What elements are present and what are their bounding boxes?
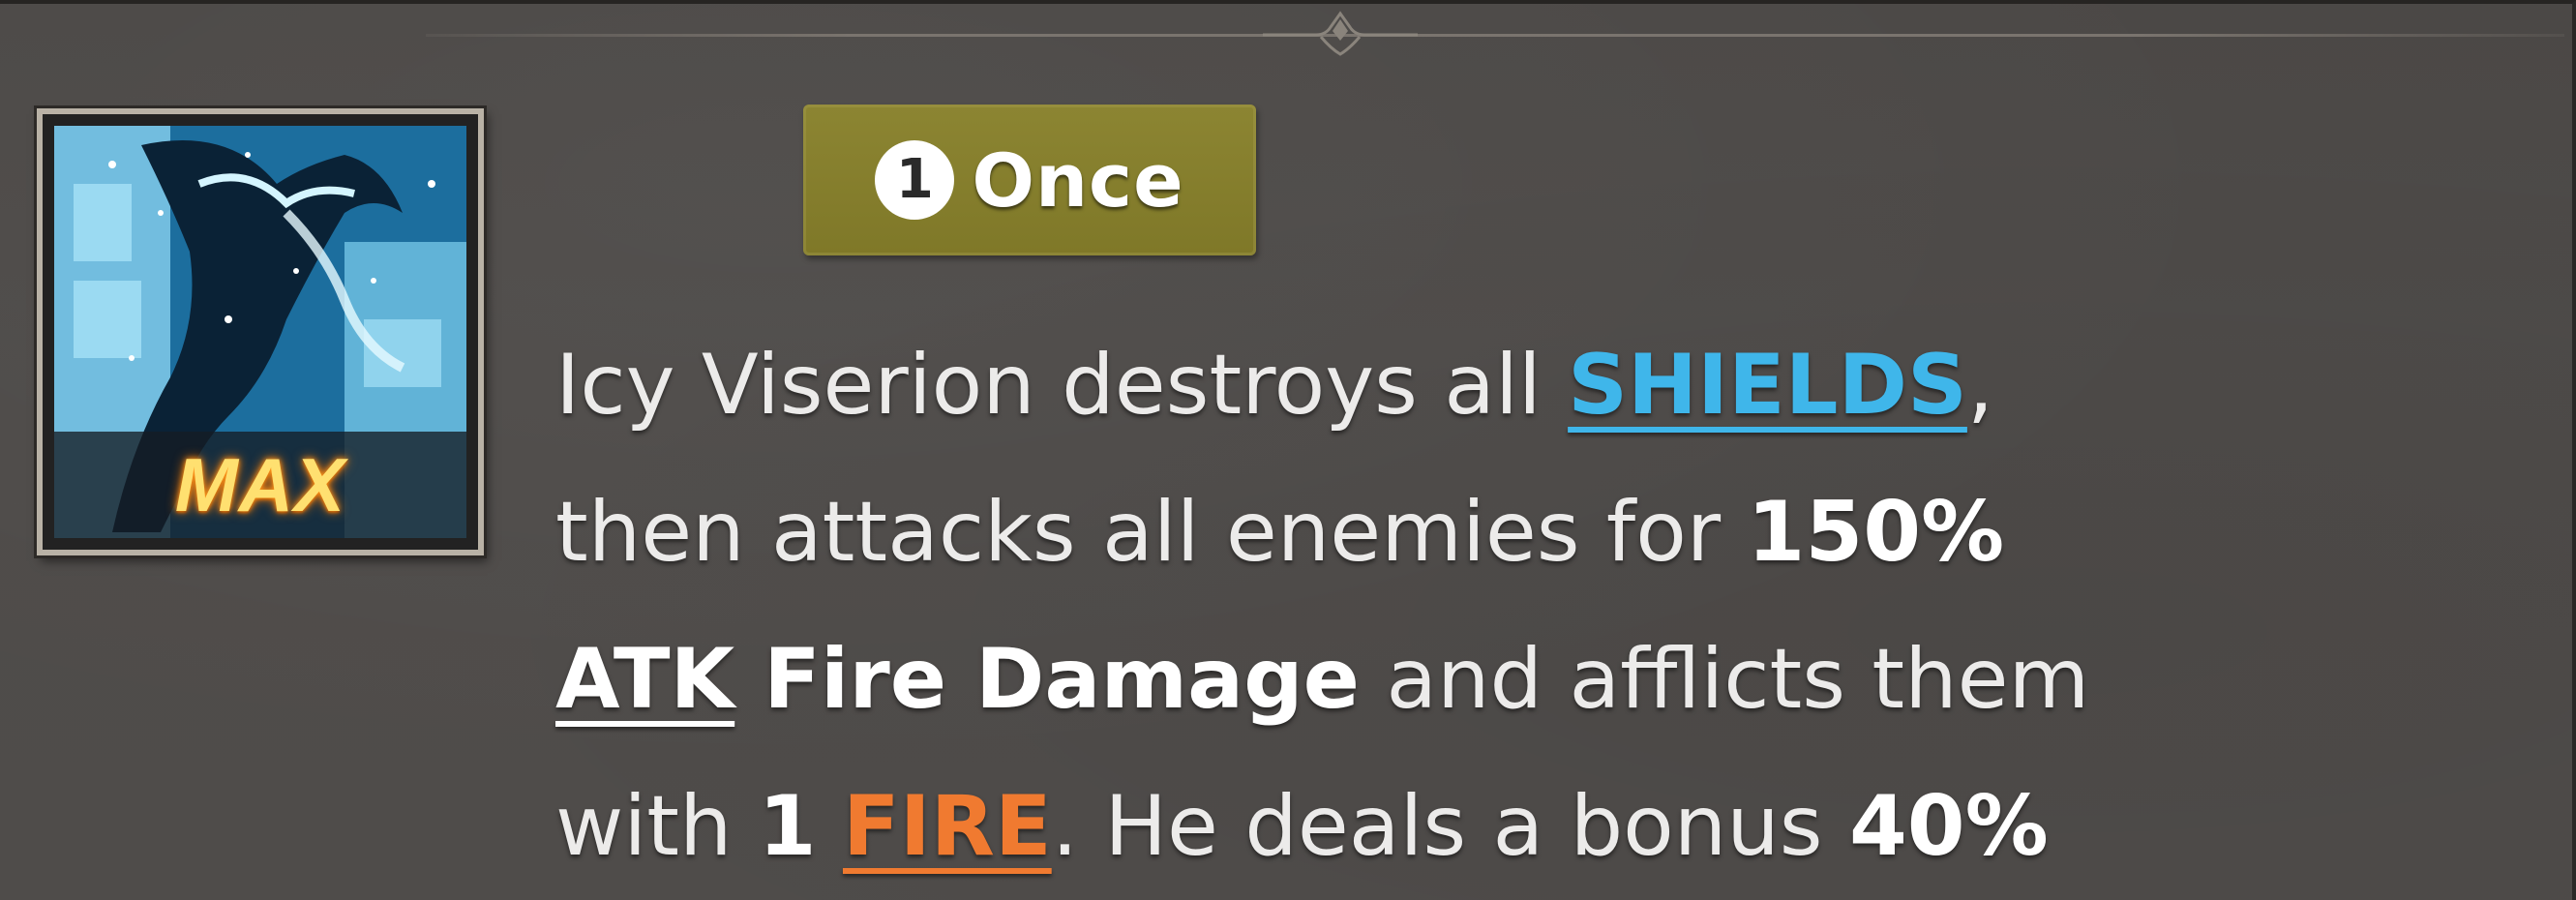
description-text: with: [555, 778, 759, 875]
skill-icon-button[interactable]: MAX: [37, 108, 484, 555]
level-badge-band: MAX: [54, 432, 466, 538]
description-text: . He deals a bonus: [1051, 778, 1849, 875]
description-text: then attacks all enemies for: [555, 484, 1748, 581]
bonus-percent-value: 40%: [1848, 778, 2049, 875]
max-level-label: MAX: [174, 442, 346, 527]
description-line-1: Icy Viserion destroys all SHIELDS,: [555, 312, 2549, 459]
fire-keyword-link[interactable]: FIRE: [843, 778, 1052, 875]
description-line-4: with 1 FIRE. He deals a bonus 40%: [555, 753, 2549, 900]
divider-line: [426, 34, 2564, 37]
frequency-count-icon: 1: [875, 140, 955, 220]
top-divider: [426, 31, 2564, 39]
divider-ornament-icon: [1263, 11, 1418, 56]
frequency-label: Once: [972, 136, 1184, 224]
skill-description: Icy Viserion destroys all SHIELDS, then …: [555, 312, 2549, 900]
description-text: Icy Viserion destroys all: [555, 337, 1569, 434]
atk-percent-value: 150%: [1747, 484, 2005, 581]
description-line-2: then attacks all enemies for 150%: [555, 459, 2549, 606]
frequency-badge: 1 Once: [803, 105, 1256, 255]
description-line-3: ATK Fire Damage and afflicts them: [555, 606, 2549, 753]
shields-keyword-link[interactable]: SHIELDS: [1568, 337, 1967, 434]
damage-type: Fire Damage: [734, 631, 1360, 728]
description-text: and afflicts them: [1360, 631, 2090, 728]
atk-keyword-link[interactable]: ATK: [555, 631, 734, 728]
skill-tooltip-panel: MAX 1 Once Icy Viserion destroys all SHI…: [0, 0, 2576, 900]
fire-count-value: 1: [758, 778, 817, 875]
description-text: ,: [1966, 337, 1994, 434]
